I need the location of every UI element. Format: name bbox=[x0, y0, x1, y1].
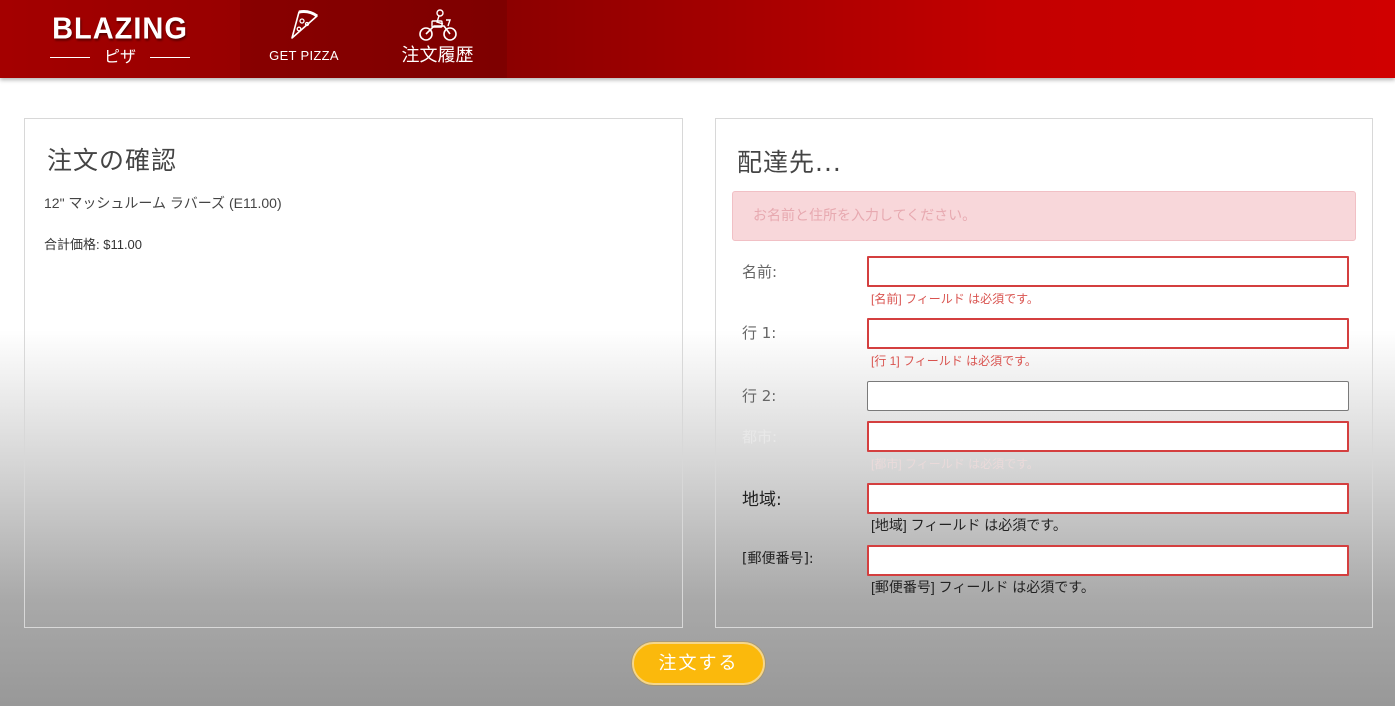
line1-input[interactable] bbox=[867, 318, 1349, 349]
order-review-title: 注文の確認 bbox=[47, 146, 178, 175]
pizza-slice-icon bbox=[287, 8, 321, 46]
nav-orders[interactable]: 注文履歴 bbox=[368, 0, 507, 78]
city-error: [都市] フィールド は必須です。 bbox=[871, 457, 1039, 471]
brand-sub-row: ピザ bbox=[50, 46, 190, 68]
delivery-title: 配達先... bbox=[737, 148, 842, 177]
brand-rule-left bbox=[50, 57, 90, 58]
order-item: 12" マッシュルーム ラバーズ (E11.00) bbox=[44, 195, 282, 211]
name-error: [名前] フィールド は必須です。 bbox=[871, 292, 1039, 306]
main-nav: GET PIZZA 注文履歴 bbox=[240, 0, 507, 78]
city-input[interactable] bbox=[867, 421, 1349, 452]
delivery-scooter-icon bbox=[418, 8, 458, 46]
line1-error: [行 1] フィールド は必須です。 bbox=[871, 354, 1037, 368]
postal-code-error: [郵便番号] フィールド は必須です。 bbox=[871, 579, 1095, 595]
line2-input[interactable] bbox=[867, 381, 1349, 411]
order-total: 合計価格: $11.00 bbox=[44, 237, 143, 252]
top-bar: BLAZING ピザ GET PIZZA 注文履歴 bbox=[0, 0, 1395, 78]
brand-sub: ピザ bbox=[103, 47, 136, 66]
region-input[interactable] bbox=[867, 483, 1349, 514]
brand-rule-right bbox=[150, 57, 190, 58]
brand-name: BLAZING bbox=[52, 12, 188, 46]
brand-logo[interactable]: BLAZING ピザ bbox=[50, 12, 190, 68]
order-review-panel: 注文の確認 12" マッシュルーム ラバーズ (E11.00) 合計価格: $1… bbox=[24, 118, 683, 628]
line1-label: 行 1: bbox=[742, 324, 777, 342]
postal-code-input[interactable] bbox=[867, 545, 1349, 576]
region-label: 地域: bbox=[742, 490, 782, 510]
delivery-panel: 配達先... お名前と住所を入力してください。 名前: [名前] フィールド は… bbox=[715, 118, 1373, 628]
nav-get-pizza[interactable]: GET PIZZA bbox=[240, 0, 368, 78]
line2-label: 行 2: bbox=[742, 387, 777, 405]
postal-code-label: [郵便番号]: bbox=[742, 551, 814, 567]
validation-summary-alert: お名前と住所を入力してください。 bbox=[732, 191, 1356, 241]
city-label: 都市: bbox=[742, 428, 778, 446]
place-order-button[interactable]: 注文する bbox=[632, 642, 765, 685]
name-label: 名前: bbox=[742, 263, 778, 281]
nav-orders-label: 注文履歴 bbox=[401, 45, 474, 66]
nav-get-pizza-label: GET PIZZA bbox=[269, 48, 339, 63]
name-input[interactable] bbox=[867, 256, 1349, 287]
region-error: [地域] フィールド は必須です。 bbox=[871, 517, 1067, 533]
